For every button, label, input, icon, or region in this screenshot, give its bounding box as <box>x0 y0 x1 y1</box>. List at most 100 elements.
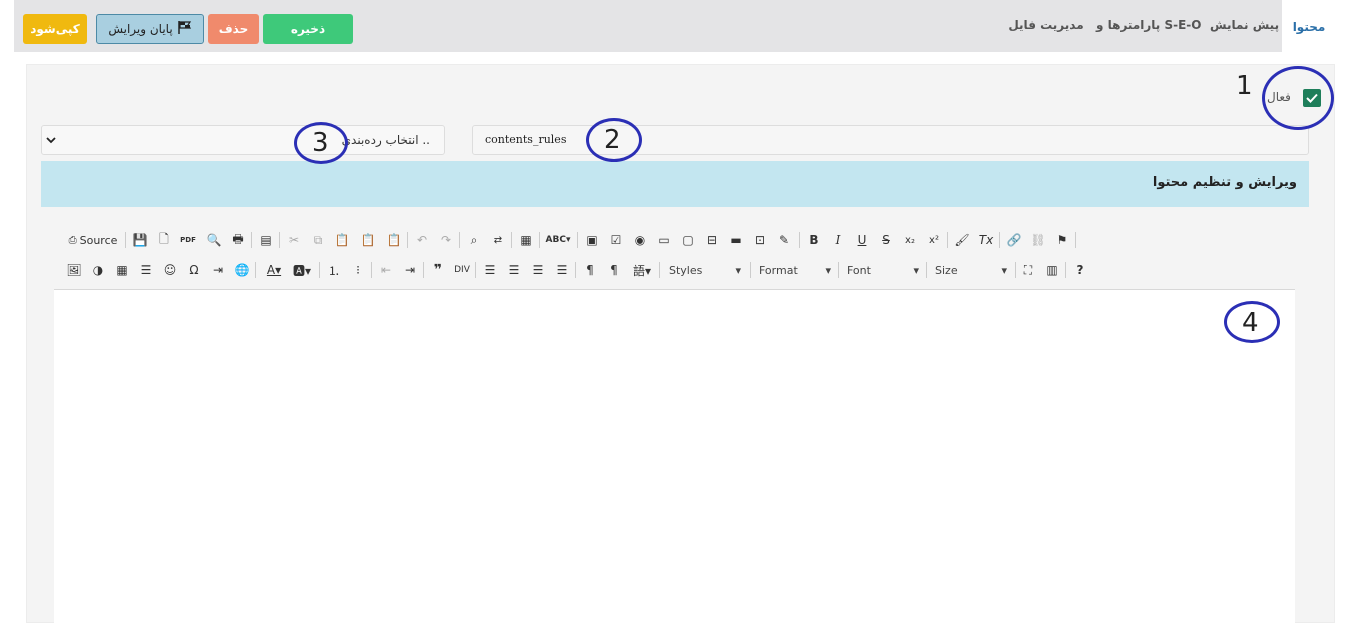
strikethrough-icon[interactable]: S <box>877 231 895 249</box>
table-icon[interactable]: ▦ <box>113 261 131 279</box>
toolbar-separator <box>371 262 372 278</box>
tab-content[interactable]: محتوا <box>1282 0 1336 52</box>
redo-icon[interactable]: ↷ <box>437 231 455 249</box>
paste-word-icon[interactable]: 📋 <box>385 231 403 249</box>
iframe-icon[interactable]: 🌐 <box>233 261 251 279</box>
blockquote-icon[interactable]: ❞ <box>429 261 447 279</box>
copy-icon[interactable]: ⧉ <box>309 231 327 249</box>
format-combo[interactable]: Format ▾ <box>755 260 835 280</box>
delete-button[interactable]: حذف <box>208 14 259 44</box>
language-icon[interactable]: 語▾ <box>629 261 655 279</box>
link-icon[interactable]: 🔗 <box>1005 231 1023 249</box>
export-pdf-icon[interactable]: PDF <box>179 231 197 249</box>
select-all-icon[interactable]: ▦ <box>517 231 535 249</box>
align-left-icon[interactable]: ☰ <box>481 261 499 279</box>
form-icon[interactable]: ▣ <box>583 231 601 249</box>
save-button[interactable]: ذخیره <box>263 14 353 44</box>
underline-icon[interactable]: U <box>853 231 871 249</box>
paste-icon[interactable]: 📋 <box>333 231 351 249</box>
subscript-icon[interactable]: x₂ <box>901 231 919 249</box>
source-button[interactable]: ⎙ Source <box>65 231 121 249</box>
hidden-field-icon[interactable]: ✎ <box>775 231 793 249</box>
bulleted-list-icon[interactable]: ⁝ <box>349 261 367 279</box>
outdent-icon[interactable]: ⇤ <box>377 261 395 279</box>
numbered-list-icon[interactable]: ⒈ <box>325 261 343 279</box>
end-edit-label: پایان ویرایش <box>108 22 173 36</box>
cut-icon[interactable]: ✂ <box>285 231 303 249</box>
select-field-icon[interactable]: ⊟ <box>703 231 721 249</box>
tab-preview[interactable]: پیش نمایش <box>1210 0 1279 52</box>
align-justify-icon[interactable]: ☰ <box>553 261 571 279</box>
indent-icon[interactable]: ⇥ <box>401 261 419 279</box>
delete-button-label: حذف <box>218 22 249 36</box>
text-color-icon[interactable]: A▾ <box>261 261 287 279</box>
content-panel: فعال contents_rules انتخاب رده‌بندی .. و… <box>26 64 1335 623</box>
chevron-down-icon: ▾ <box>825 263 831 277</box>
annotation-number-3: 3 <box>312 128 329 158</box>
bg-color-icon[interactable]: 🅰▾ <box>289 261 315 279</box>
preview-icon[interactable]: 🔍 <box>205 231 223 249</box>
page-break-icon[interactable]: ⇥ <box>209 261 227 279</box>
textarea-icon[interactable]: ▢ <box>679 231 697 249</box>
align-right-icon[interactable]: ☰ <box>529 261 547 279</box>
image-icon[interactable]: 🖼 <box>65 261 83 279</box>
unlink-icon[interactable]: ⛓ <box>1029 231 1047 249</box>
source-label: Source <box>79 233 118 247</box>
maximize-icon[interactable]: ⛶ <box>1019 261 1037 279</box>
top-bar: محتوا پیش نمایش پارامترها و S-E-O مدیریت… <box>14 0 1336 52</box>
templates-icon[interactable]: ▤ <box>257 231 275 249</box>
category-select-value: انتخاب رده‌بندی .. <box>341 133 430 147</box>
tab-parameters-seo[interactable]: پارامترها و S-E-O <box>1096 0 1201 52</box>
image-button-icon[interactable]: ⊡ <box>751 231 769 249</box>
rtl-icon[interactable]: ¶ <box>605 261 623 279</box>
superscript-icon[interactable]: x² <box>925 231 943 249</box>
flag-icon <box>177 21 192 37</box>
help-icon[interactable]: ? <box>1071 261 1089 279</box>
copy-format-icon[interactable]: 🖌 <box>953 231 971 249</box>
tab-file-manager[interactable]: مدیریت فایل <box>1006 0 1086 52</box>
title-input-value: contents_rules <box>485 133 567 146</box>
paste-text-icon[interactable]: 📋 <box>359 231 377 249</box>
toolbar-separator <box>279 232 280 248</box>
print-icon[interactable]: 🖶 <box>229 231 247 249</box>
toolbar-separator <box>1075 232 1076 248</box>
content-container: محتوا پیش نمایش پارامترها و S-E-O مدیریت… <box>14 0 1336 623</box>
smiley-icon[interactable]: ☺ <box>161 261 179 279</box>
toolbar-separator <box>947 232 948 248</box>
remove-format-icon[interactable]: Tx <box>977 231 995 249</box>
clone-button-label: کپی‌شود <box>30 22 80 36</box>
new-page-icon[interactable]: 🗋 <box>155 231 173 249</box>
align-center-icon[interactable]: ☰ <box>505 261 523 279</box>
flash-icon[interactable]: ◑ <box>89 261 107 279</box>
toolbar-separator <box>659 262 660 278</box>
div-container-icon[interactable]: DIV <box>453 261 471 279</box>
checkbox-icon[interactable]: ☑ <box>607 231 625 249</box>
size-combo[interactable]: Size ▾ <box>931 260 1011 280</box>
anchor-icon[interactable]: ⚑ <box>1053 231 1071 249</box>
special-char-icon[interactable]: Ω <box>185 261 203 279</box>
size-label: Size <box>935 263 958 277</box>
end-edit-button[interactable]: پایان ویرایش <box>96 14 204 44</box>
textfield-icon[interactable]: ▭ <box>655 231 673 249</box>
styles-combo[interactable]: Styles ▾ <box>665 260 745 280</box>
horizontal-rule-icon[interactable]: ☰ <box>137 261 155 279</box>
show-blocks-icon[interactable]: ▥ <box>1043 261 1061 279</box>
spellcheck-icon[interactable]: ABC▾ <box>545 231 571 249</box>
section-header: ویرایش و تنظیم محتوا <box>41 161 1309 207</box>
undo-icon[interactable]: ↶ <box>413 231 431 249</box>
italic-icon[interactable]: I <box>829 231 847 249</box>
editor-content-area[interactable] <box>54 289 1295 623</box>
help-label: ? <box>1076 263 1084 277</box>
clone-button[interactable]: کپی‌شود <box>23 14 87 44</box>
replace-icon[interactable]: ⇄ <box>489 231 507 249</box>
category-select[interactable]: انتخاب رده‌بندی .. <box>41 125 445 155</box>
find-icon[interactable]: ⌕ <box>465 231 483 249</box>
ltr-icon[interactable]: ¶ <box>581 261 599 279</box>
button-field-icon[interactable]: ▬ <box>727 231 745 249</box>
font-combo[interactable]: Font ▾ <box>843 260 923 280</box>
radio-icon[interactable]: ◉ <box>631 231 649 249</box>
toolbar-separator <box>407 232 408 248</box>
annotation-circle-1 <box>1262 66 1334 130</box>
bold-icon[interactable]: B <box>805 231 823 249</box>
save-doc-icon[interactable]: 💾 <box>131 231 149 249</box>
